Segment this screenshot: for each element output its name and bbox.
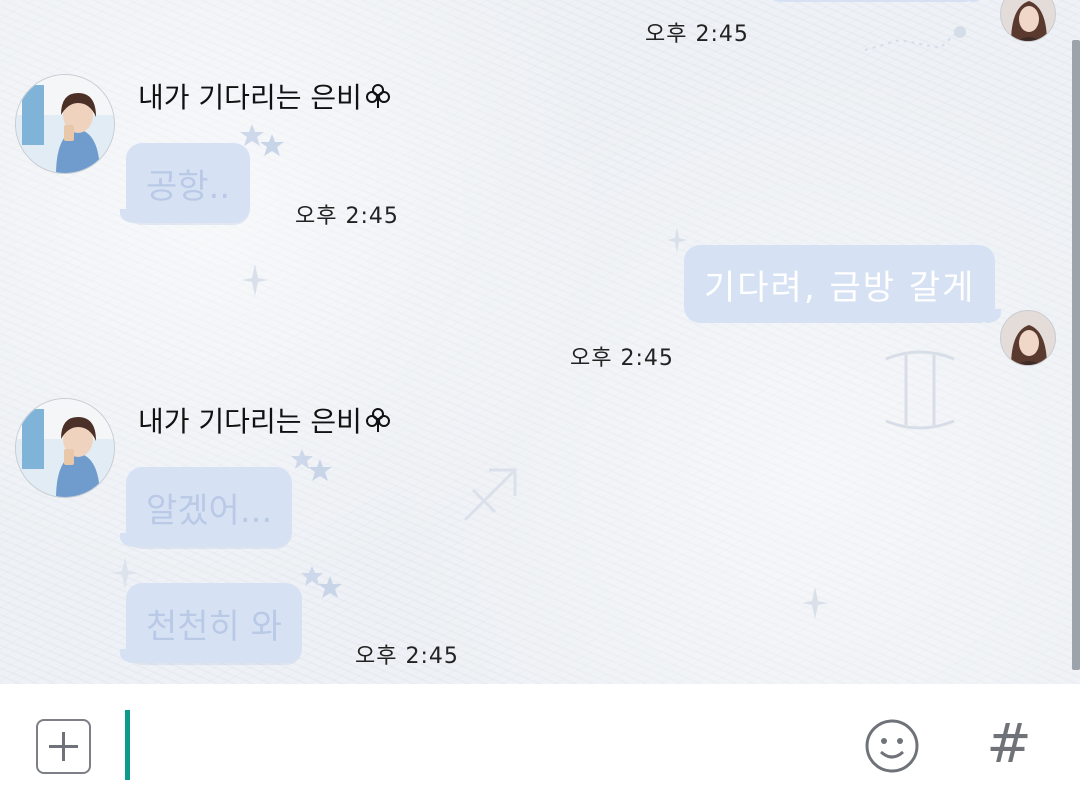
hashtag-button[interactable]: # (984, 714, 1034, 774)
smiley-icon (865, 719, 919, 773)
message-bubble[interactable]: 공항.. (119, 143, 251, 223)
club-icon (365, 84, 390, 108)
message-bubble[interactable]: 천천히 와 (120, 583, 302, 663)
dotted-constellation-icon (864, 26, 966, 51)
message-input-bar: # (0, 684, 1080, 809)
contact-avatar[interactable] (15, 398, 115, 498)
sender-name: 내가 기다리는 은비 (138, 76, 392, 116)
sender-name-text: 내가 기다리는 은비 (138, 81, 362, 114)
message-bubble[interactable]: 기다려, 금방 갈게 (684, 245, 1002, 323)
message-bubble-cutoff[interactable] (765, 0, 986, 2)
chat-screen: 오후 2:45 내가 기다리는 은비 공항.. 오후 2:45 기다려, 금방 … (0, 0, 1080, 809)
contact-avatar[interactable] (15, 74, 115, 174)
plus-square-icon (49, 732, 78, 761)
message-input[interactable] (135, 710, 839, 782)
my-avatar[interactable] (1000, 0, 1056, 42)
message-timestamp: 오후 2:45 (645, 22, 749, 47)
emoji-button[interactable] (864, 718, 920, 774)
gemini-zodiac-icon (885, 350, 955, 430)
my-avatar[interactable] (1000, 310, 1056, 366)
sparkle-decoration-icon (802, 587, 828, 619)
text-cursor (125, 710, 130, 780)
sender-name: 내가 기다리는 은비 (138, 400, 392, 440)
star-decoration-icon (301, 566, 342, 598)
sparkle-decoration-icon (667, 227, 687, 253)
sender-name-text: 내가 기다리는 은비 (138, 405, 362, 438)
message-timestamp: 오후 2:45 (295, 204, 399, 229)
attach-button[interactable] (36, 719, 91, 774)
sagittarius-zodiac-icon (463, 468, 517, 522)
chat-scrollbar[interactable] (1072, 40, 1080, 670)
chat-message-list[interactable]: 오후 2:45 내가 기다리는 은비 공항.. 오후 2:45 기다려, 금방 … (0, 0, 1080, 684)
message-timestamp: 오후 2:45 (570, 346, 674, 371)
message-timestamp: 오후 2:45 (355, 644, 459, 669)
star-decoration-icon (291, 449, 332, 481)
club-icon (365, 408, 390, 432)
sparkle-decoration-icon (242, 264, 268, 296)
message-bubble[interactable]: 알겠어... (119, 467, 293, 547)
